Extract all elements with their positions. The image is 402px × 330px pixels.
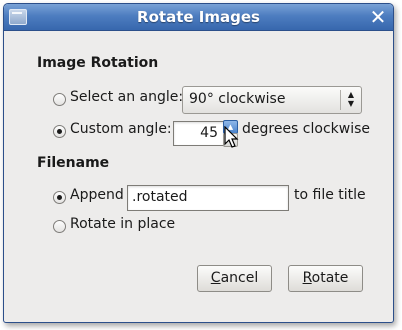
image-rotation-heading: Image Rotation (37, 55, 159, 71)
window-title: Rotate Images (137, 8, 260, 26)
rotate-label-rest: otate (311, 270, 349, 286)
select-angle-radio[interactable] (53, 93, 66, 106)
cancel-label-rest: ancel (220, 270, 259, 286)
append-text-input[interactable] (128, 186, 282, 205)
custom-angle-entry[interactable] (173, 121, 225, 146)
close-icon[interactable]: ✕ (367, 6, 389, 28)
combo-separator (340, 90, 341, 110)
append-radio[interactable] (53, 191, 66, 204)
angle-combo-value: 90° clockwise (189, 91, 286, 107)
rotate-in-place-label[interactable]: Rotate in place (70, 216, 175, 232)
custom-angle-input[interactable] (174, 122, 220, 141)
up-down-arrows-icon: ▲ ▼ (347, 90, 355, 108)
append-text-entry[interactable] (127, 185, 289, 211)
rotate-in-place-radio[interactable] (53, 220, 66, 233)
select-angle-label[interactable]: Select an angle: (70, 89, 183, 105)
rotate-button[interactable]: Rotate (288, 265, 363, 292)
filename-heading: Filename (37, 155, 110, 171)
cancel-button[interactable]: Cancel (197, 265, 272, 292)
append-label[interactable]: Append (70, 187, 124, 203)
append-suffix: to file title (294, 187, 366, 203)
title-bar[interactable]: Rotate Images ✕ (4, 4, 393, 31)
rotate-images-dialog: Rotate Images ✕ Image Rotation Select an… (3, 3, 394, 323)
rotate-mnemonic: R (302, 270, 312, 286)
mouse-pointer-icon (224, 126, 239, 148)
custom-angle-suffix: degrees clockwise (242, 121, 371, 137)
angle-combo[interactable]: 90° clockwise ▲ ▼ (182, 86, 362, 114)
custom-angle-radio[interactable] (53, 125, 66, 138)
cancel-mnemonic: C (210, 270, 221, 286)
custom-angle-label[interactable]: Custom angle: (70, 121, 172, 137)
